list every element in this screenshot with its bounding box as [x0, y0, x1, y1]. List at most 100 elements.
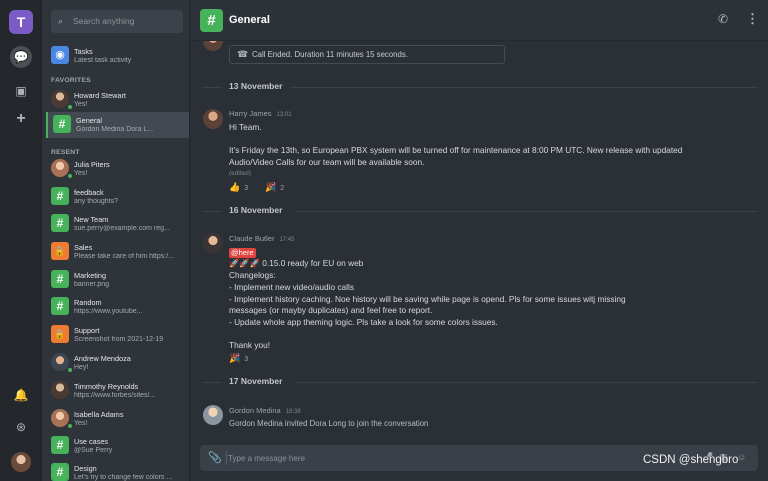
date-divider: 16 November: [202, 205, 758, 217]
composer-divider: [226, 451, 227, 465]
user-avatar[interactable]: [11, 452, 31, 472]
reaction-party[interactable]: 🎉 3: [229, 353, 248, 364]
item-name: Tasks: [74, 47, 93, 56]
date-divider: 17 November: [202, 376, 758, 388]
sidebar-item-sales[interactable]: 🔒 Sales Please take care of him https:/.…: [46, 239, 189, 265]
avatar: [203, 405, 223, 425]
sidebar-item-julia-piters[interactable]: Julia Piters Yes!: [46, 156, 189, 182]
item-preview: https://www.forbes/sites/...: [74, 392, 156, 399]
sidebar-item-use-cases[interactable]: # Use cases @Sue Perry: [46, 433, 189, 459]
help-icon[interactable]: ⊛: [10, 416, 32, 438]
item-preview: sue.perry@example.com reg...: [74, 225, 170, 232]
favorites-heading: FAVORITES: [51, 77, 91, 84]
lock-icon: 🔒: [51, 242, 69, 260]
date-label: 17 November: [229, 376, 283, 386]
contacts-icon[interactable]: ▣: [10, 80, 32, 102]
search-placeholder: Search anything: [73, 16, 135, 26]
channel-hash-icon: #: [51, 463, 69, 481]
channel-title: General: [229, 14, 270, 26]
item-name: New Team: [74, 215, 109, 224]
item-preview: any thoughts?: [74, 198, 118, 205]
paperclip-icon[interactable]: 📎: [208, 451, 222, 464]
item-preview: @Sue Perry: [74, 447, 113, 454]
channel-hash-icon: #: [200, 9, 223, 32]
chat-header: # General ✆ ⋮: [190, 0, 768, 41]
channel-hash-icon: #: [51, 187, 69, 205]
item-name: Howard Stewart: [74, 91, 126, 100]
rss-icon: ◉: [51, 46, 69, 64]
sidebar-item-isabella-adams[interactable]: Isabella Adams Yes!: [46, 406, 189, 432]
channel-hash-icon: #: [51, 297, 69, 315]
sidebar-item-general[interactable]: # General Gordon Medina Dora L...: [46, 112, 189, 138]
sidebar-item-feedback[interactable]: # feedback any thoughts?: [46, 184, 189, 210]
sidebar-item-howard-stewart[interactable]: Howard Stewart Yes!: [46, 87, 189, 113]
edited-label: (edited): [229, 170, 252, 177]
item-name: General: [76, 116, 102, 125]
item-name: Random: [74, 298, 102, 307]
item-name: Isabella Adams: [74, 410, 124, 419]
item-name: Use cases: [74, 437, 109, 446]
sidebar-item-random[interactable]: # Random https://www.youtube...: [46, 294, 189, 320]
chat-icon[interactable]: 💬: [10, 46, 32, 68]
phone-hangup-icon: ☎: [237, 49, 249, 59]
avatar: [51, 381, 69, 399]
item-name: Design: [74, 464, 97, 473]
item-preview: Yes!: [74, 170, 88, 177]
item-preview: Latest task activity: [74, 57, 132, 64]
sidebar-item-design[interactable]: # Design Let's try to change few colors …: [46, 460, 189, 481]
phone-icon[interactable]: ✆: [718, 12, 728, 26]
sidebar-item-support[interactable]: 🔒 Support Screenshot from 2021-12-19: [46, 322, 189, 348]
date-label: 13 November: [229, 81, 283, 91]
more-options-icon[interactable]: ⋮: [746, 11, 759, 27]
message-time: 17:45: [279, 237, 295, 243]
recent-heading: RESENT: [51, 149, 80, 156]
message-input[interactable]: [228, 449, 648, 467]
online-indicator: [67, 423, 73, 429]
reaction-thumbs-up[interactable]: 👍 3: [229, 182, 248, 193]
item-preview: Let's try to change few colors ...: [74, 474, 173, 481]
avatar: [203, 41, 223, 51]
item-preview: Hey!: [74, 364, 89, 371]
search-input[interactable]: ⌕ Search anything: [51, 10, 183, 33]
message-text: Thank you!: [229, 340, 271, 350]
sidebar-item-andrew-mendoza[interactable]: Andrew Mendoza Hey!: [46, 350, 189, 376]
item-preview: Please take care of him https:/...: [74, 253, 174, 260]
chat-panel: # General ✆ ⋮ ☎ Call Ended. Duration 11 …: [190, 0, 768, 481]
search-icon: ⌕: [58, 16, 64, 26]
add-icon[interactable]: +: [10, 108, 32, 130]
message-text: - Implement new video/audio calls: [229, 282, 354, 292]
message-text: Gordon Medina invited Dora Long to join …: [229, 419, 429, 428]
bell-icon[interactable]: 🔔: [10, 384, 32, 406]
message-text: messages (or mayby duplicates) and feel …: [229, 305, 433, 315]
item-name: Sales: [74, 243, 93, 252]
message-text: - Update whole app theming logic. Pls ta…: [229, 317, 498, 327]
message-time: 13:01: [276, 112, 292, 118]
sidebar-item-marketing[interactable]: # Marketing banner.png: [46, 267, 189, 293]
workspace-logo[interactable]: T: [9, 10, 33, 34]
online-indicator: [67, 104, 73, 110]
message-text: Changelogs:: [229, 270, 276, 280]
online-indicator: [67, 367, 73, 373]
item-name: Andrew Mendoza: [74, 354, 131, 363]
message-time: 18:38: [285, 409, 301, 415]
sidebar-item-timmothy-reynolds[interactable]: Timmothy Reynolds https://www.forbes/sit…: [46, 378, 189, 404]
reaction-party[interactable]: 🎉 2: [265, 182, 284, 193]
message-text: Audio/Video Calls for our team will be a…: [229, 157, 425, 167]
channel-hash-icon: #: [53, 115, 71, 133]
message-text: Hi Team.: [229, 122, 262, 132]
sidebar-item-new-team[interactable]: # New Team sue.perry@example.com reg...: [46, 211, 189, 237]
date-label: 16 November: [229, 205, 283, 215]
date-divider: 13 November: [202, 81, 758, 93]
watermark-text: CSDN @shengbro: [643, 454, 739, 466]
channel-hash-icon: #: [51, 436, 69, 454]
message-author: Claude Butler 17:45: [229, 234, 295, 243]
channel-hash-icon: #: [51, 270, 69, 288]
item-preview: Gordon Medina Dora L...: [76, 126, 154, 133]
message-author: Gordon Medina 18:38: [229, 406, 301, 415]
item-preview: Screenshot from 2021-12-19: [74, 336, 164, 343]
call-ended-card: ☎ Call Ended. Duration 11 minutes 15 sec…: [229, 45, 505, 64]
sidebar: ⌕ Search anything ◉ Tasks Latest task ac…: [42, 0, 190, 481]
message-author: Harry James 13:01: [229, 109, 292, 118]
item-preview: Yes!: [74, 420, 88, 427]
sidebar-item-tasks[interactable]: ◉ Tasks Latest task activity: [46, 43, 189, 69]
